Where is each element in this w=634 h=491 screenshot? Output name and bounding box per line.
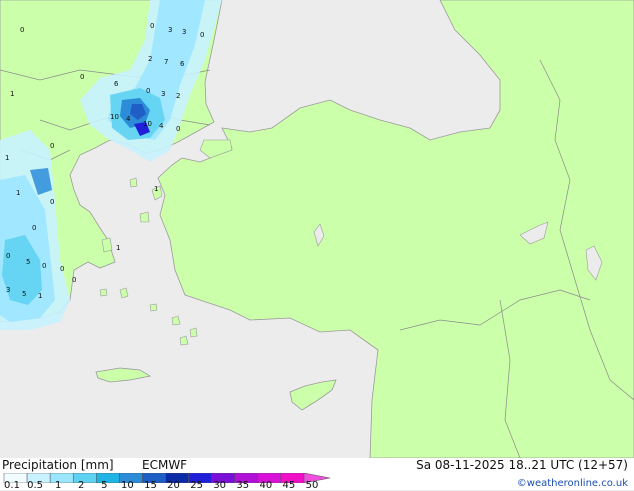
scale-tick-label: 0.5 <box>27 480 44 491</box>
scale-color-cell <box>96 473 120 483</box>
precip-value: 1 <box>116 244 120 252</box>
precip-value: 7 <box>164 58 168 66</box>
precip-value: 3 <box>6 286 10 294</box>
precip-value: 0 <box>200 31 204 39</box>
precip-value: 6 <box>180 60 185 68</box>
scale-tick-label: 45 <box>282 480 296 491</box>
map-canvas: 0 3 3 0 2 7 6 0 0 6 0 3 2 10 4 10 4 0 1 … <box>0 0 634 459</box>
precip-value: 6 <box>114 80 119 88</box>
scale-tick-label: 5 <box>101 480 108 491</box>
precip-value: 0 <box>150 22 154 30</box>
scale-tick-label: 50 <box>305 480 319 491</box>
scale-tick-label: 2 <box>78 480 85 491</box>
precip-value: 1 <box>38 292 42 300</box>
precip-value: 0 <box>50 198 54 206</box>
precip-value: 2 <box>148 55 152 63</box>
scale-tick-label: 30 <box>213 480 227 491</box>
scale-tick-label: 0.1 <box>4 480 20 491</box>
precip-value: 1 <box>10 90 14 98</box>
precip-value: 0 <box>72 276 76 284</box>
precip-value: 5 <box>22 290 26 298</box>
precip-value: 0 <box>20 26 24 34</box>
scale-color-cell <box>72 473 97 483</box>
precip-value: 5 <box>26 258 30 266</box>
precip-value: 1 <box>5 154 9 162</box>
precip-value: 0 <box>146 87 150 95</box>
precip-value: 3 <box>168 26 172 34</box>
precip-value: 3 <box>161 90 165 98</box>
legend-title: Precipitation [mm] <box>2 458 114 472</box>
precip-value: 4 <box>126 115 131 123</box>
credit-link[interactable]: ©weatheronline.co.uk <box>517 478 628 489</box>
precip-value: 10 <box>143 120 152 128</box>
precip-value: 0 <box>50 142 54 150</box>
scale-color-cell <box>49 473 74 483</box>
scale-tick-label: 10 <box>121 480 134 491</box>
precip-value: 0 <box>80 73 84 81</box>
precip-value: 1 <box>16 189 20 197</box>
scale-tick-label: 40 <box>259 480 273 491</box>
precip-value: 10 <box>110 113 119 121</box>
precip-value: 0 <box>6 252 10 260</box>
precip-value: 0 <box>60 265 64 273</box>
scale-tick-label: 25 <box>190 480 203 491</box>
precip-value: 0 <box>32 224 36 232</box>
legend-footer: Precipitation [mm] ECMWF Sa 08-11-2025 1… <box>0 458 634 491</box>
precip-value: 0 <box>42 262 46 270</box>
scale-tick-label: 1 <box>54 480 62 491</box>
precipitation-map: 0 3 3 0 2 7 6 0 0 6 0 3 2 10 4 10 4 0 1 … <box>0 0 634 459</box>
scale-tick-label: 20 <box>167 480 180 491</box>
model-name: ECMWF <box>142 458 188 472</box>
precip-value: 3 <box>182 28 186 36</box>
scale-tick-label: 35 <box>236 480 250 491</box>
precip-value: 4 <box>159 122 164 130</box>
precip-value: 1 <box>154 185 158 193</box>
precip-value: 0 <box>176 125 180 133</box>
scale-tick-label: 15 <box>144 480 157 491</box>
precip-value: 2 <box>176 92 180 100</box>
forecast-datetime: Sa 08-11-2025 18..21 UTC (12+57) <box>416 458 628 472</box>
